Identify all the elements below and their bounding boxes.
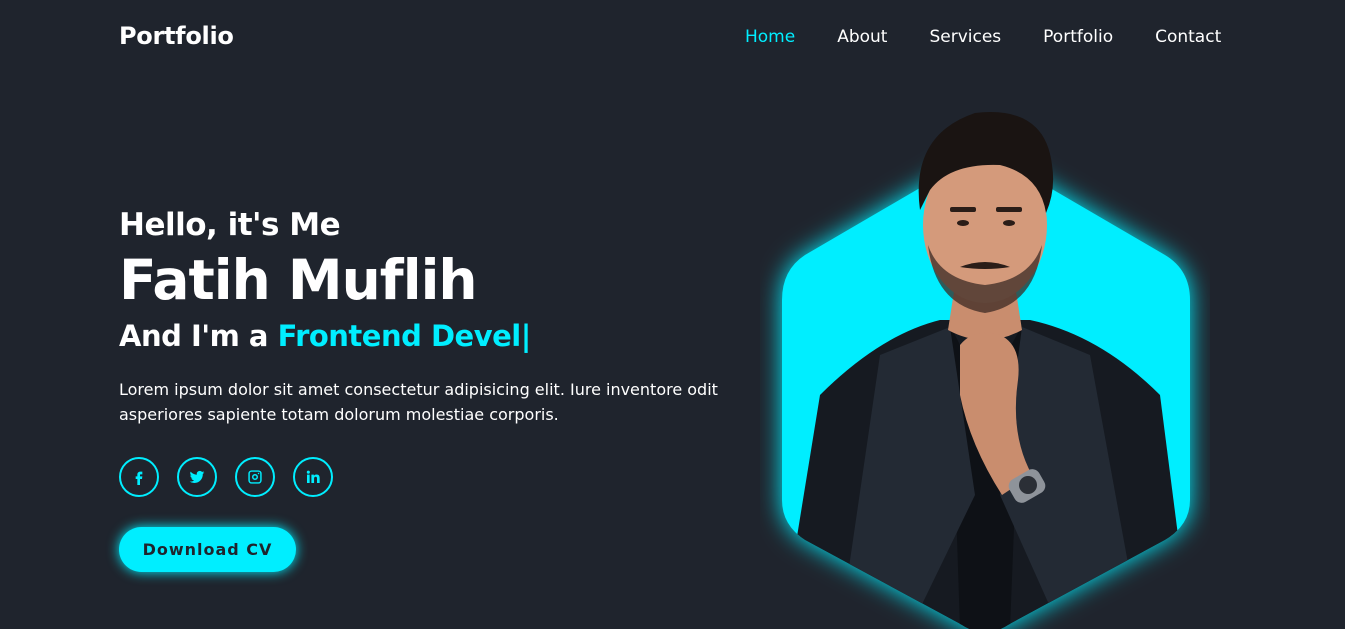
download-cv-button[interactable]: Download CV — [119, 527, 296, 572]
page: Portfolio Home About Services Portfolio … — [0, 0, 1345, 629]
hero-name: Fatih Muflih — [119, 248, 478, 312]
role-prefix: And I'm a — [119, 319, 269, 353]
linkedin-icon — [306, 470, 320, 483]
twitter-link[interactable] — [177, 457, 217, 497]
nav-services[interactable]: Services — [929, 27, 1001, 47]
nav-about[interactable]: About — [837, 27, 887, 47]
hexagon-portrait-image — [782, 112, 1190, 629]
role-typed: Frontend Devel — [277, 319, 522, 353]
hero-section: Hello, it's Me Fatih Muflih And I'm a Fr… — [119, 205, 729, 572]
instagram-link[interactable] — [235, 457, 275, 497]
nav-home[interactable]: Home — [745, 27, 795, 47]
profile-portrait — [760, 95, 1210, 629]
main-nav: Home About Services Portfolio Contact — [745, 27, 1221, 47]
nav-portfolio[interactable]: Portfolio — [1043, 27, 1113, 47]
hero-role: And I'm a Frontend Devel| — [119, 315, 729, 357]
linkedin-link[interactable] — [293, 457, 333, 497]
hero-description: Lorem ipsum dolor sit amet consectetur a… — [119, 380, 718, 424]
instagram-icon — [248, 470, 262, 484]
typing-cursor: | — [520, 319, 532, 353]
nav-contact[interactable]: Contact — [1155, 27, 1221, 47]
facebook-icon — [135, 471, 143, 485]
hero-greeting: Hello, it's Me — [119, 207, 341, 243]
social-links — [119, 457, 729, 497]
facebook-link[interactable] — [119, 457, 159, 497]
logo[interactable]: Portfolio — [119, 22, 234, 50]
twitter-icon — [189, 470, 205, 483]
